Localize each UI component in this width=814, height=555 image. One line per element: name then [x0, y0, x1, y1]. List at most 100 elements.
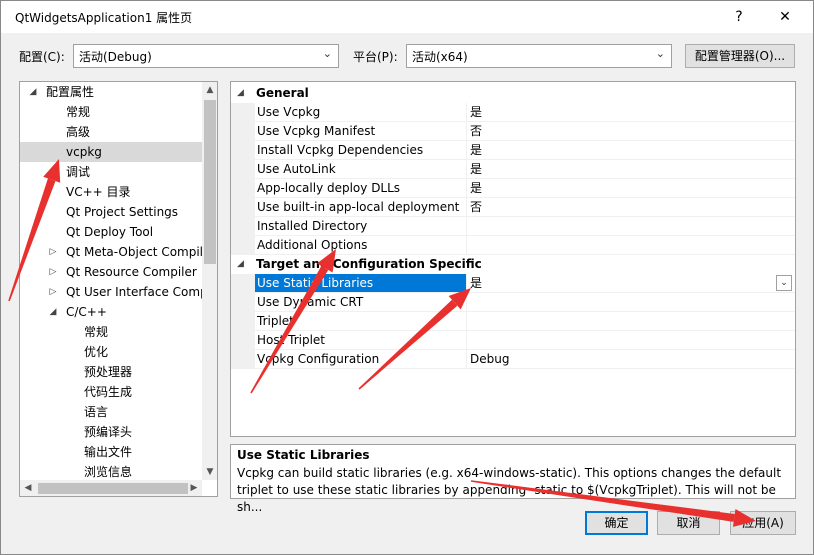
tree-item[interactable]: ▷ Qt Resource Compiler — [20, 262, 202, 282]
tree-item[interactable]: VC++ 目录 — [20, 182, 202, 202]
tree-item[interactable]: Qt Deploy Tool — [20, 222, 202, 242]
tree-item[interactable]: 语言 — [20, 402, 202, 422]
property-value[interactable]: 是 — [467, 141, 795, 160]
scroll-right-icon[interactable]: ▶ — [186, 480, 202, 496]
configuration-value: 活动(Debug) — [79, 50, 152, 64]
expand-icon[interactable]: ▷ — [48, 262, 58, 282]
property-row[interactable]: Use Vcpkg Manifest 否 — [231, 122, 795, 141]
scroll-down-icon[interactable]: ▼ — [202, 464, 217, 480]
property-row[interactable]: Additional Options — [231, 236, 795, 255]
row-gutter — [231, 312, 255, 331]
configuration-select[interactable]: 活动(Debug) ⌄ — [73, 44, 339, 68]
tree-item[interactable]: 浏览信息 — [20, 462, 202, 482]
ok-button[interactable]: 确定 — [585, 511, 648, 535]
tree-item[interactable]: Qt Project Settings — [20, 202, 202, 222]
tree-item[interactable]: 高级 — [20, 122, 202, 142]
property-value[interactable] — [467, 312, 795, 331]
tree-item[interactable]: ◢ C/C++ — [20, 302, 202, 322]
property-name[interactable]: Vcpkg Configuration — [255, 350, 467, 369]
scroll-left-icon[interactable]: ◀ — [20, 480, 36, 496]
collapse-icon[interactable]: ◢ — [28, 82, 38, 102]
property-group-header[interactable]: ◢ General — [231, 84, 795, 103]
tree-item[interactable]: 代码生成 — [20, 382, 202, 402]
tree-item[interactable]: 常规 — [20, 102, 202, 122]
property-value[interactable] — [467, 293, 795, 312]
property-name[interactable]: Install Vcpkg Dependencies — [255, 141, 467, 160]
tree-item[interactable]: 预处理器 — [20, 362, 202, 382]
help-button[interactable]: ? — [719, 5, 759, 29]
tree-item-label: Qt Project Settings — [66, 205, 179, 219]
tree-item[interactable]: ▷ Qt User Interface Comp — [20, 282, 202, 302]
property-group-label: General — [256, 86, 309, 100]
property-tree[interactable]: ◢ 配置属性 常规 高级 vcpkg 调试 VC++ 目录 Qt Project Settin… — [19, 81, 218, 497]
property-value[interactable]: 是 — [467, 274, 795, 293]
property-group-header[interactable]: ◢ Target and Configuration Specific — [231, 255, 795, 274]
cancel-button[interactable]: 取消 — [657, 511, 720, 535]
chevron-down-icon: ⌄ — [655, 47, 665, 60]
tree-item[interactable]: ▷ Qt Meta-Object Compil — [20, 242, 202, 262]
property-name[interactable]: Use AutoLink — [255, 160, 467, 179]
property-row[interactable]: Installed Directory — [231, 217, 795, 236]
property-name[interactable]: Use Static Libraries — [255, 274, 467, 293]
property-row[interactable]: Host Triplet — [231, 331, 795, 350]
property-grid[interactable]: ◢ General Use Vcpkg 是 Use Vcpkg Manifest 否 Ins… — [230, 81, 796, 437]
tree-item[interactable]: 常规 — [20, 322, 202, 342]
property-name[interactable]: Host Triplet — [255, 331, 467, 350]
apply-button[interactable]: 应用(A) — [730, 511, 796, 535]
tree-horizontal-scrollbar[interactable]: ◀ ▶ — [20, 480, 202, 496]
chevron-down-icon[interactable]: ⌄ — [776, 275, 792, 291]
property-value[interactable]: 否 — [467, 198, 795, 217]
tree-item[interactable]: ◢ 配置属性 — [20, 82, 202, 102]
property-name[interactable]: Use Vcpkg — [255, 103, 467, 122]
scroll-thumb[interactable] — [38, 483, 188, 494]
property-value[interactable]: 否 — [467, 122, 795, 141]
property-row[interactable]: Install Vcpkg Dependencies 是 — [231, 141, 795, 160]
tree-item-label: 常规 — [66, 105, 91, 119]
tree-vertical-scrollbar[interactable]: ▲ ▼ — [202, 82, 217, 480]
scroll-thumb[interactable] — [204, 100, 216, 264]
scroll-up-icon[interactable]: ▲ — [202, 82, 217, 98]
property-row[interactable]: Use built-in app-local deployment 否 — [231, 198, 795, 217]
property-row[interactable]: Vcpkg Configuration Debug — [231, 350, 795, 369]
description-title: Use Static Libraries — [237, 448, 370, 462]
property-row[interactable]: Use Static Libraries 是 ⌄ — [231, 274, 795, 293]
property-row[interactable]: Use AutoLink 是 — [231, 160, 795, 179]
property-name[interactable]: Installed Directory — [255, 217, 467, 236]
row-gutter — [231, 293, 255, 312]
expand-icon[interactable]: ▷ — [48, 242, 58, 262]
property-value[interactable] — [467, 236, 795, 255]
property-row[interactable]: Use Dynamic CRT — [231, 293, 795, 312]
property-value[interactable]: 是 — [467, 160, 795, 179]
configuration-label: 配置(C): — [19, 50, 65, 64]
chevron-down-icon: ⌄ — [322, 47, 332, 60]
tree-item-label: 代码生成 — [84, 385, 133, 399]
tree-item[interactable]: 输出文件 — [20, 442, 202, 462]
platform-select[interactable]: 活动(x64) ⌄ — [406, 44, 672, 68]
configuration-manager-button[interactable]: 配置管理器(O)... — [685, 44, 795, 68]
property-name[interactable]: Use Dynamic CRT — [255, 293, 467, 312]
close-button[interactable]: ✕ — [765, 5, 805, 29]
property-value[interactable] — [467, 331, 795, 350]
tree-item[interactable]: 预编译头 — [20, 422, 202, 442]
property-name[interactable]: App-locally deploy DLLs — [255, 179, 467, 198]
tree-item[interactable]: 调试 — [20, 162, 202, 182]
tree-item[interactable]: vcpkg — [20, 142, 202, 162]
collapse-icon[interactable]: ◢ — [237, 84, 244, 103]
collapse-icon[interactable]: ◢ — [48, 302, 58, 322]
property-name[interactable]: Use Vcpkg Manifest — [255, 122, 467, 141]
property-name[interactable]: Additional Options — [255, 236, 467, 255]
tree-item[interactable]: 优化 — [20, 342, 202, 362]
property-row[interactable]: App-locally deploy DLLs 是 — [231, 179, 795, 198]
tree-item-label: 调试 — [66, 165, 91, 179]
tree-item-label: C/C++ — [66, 305, 107, 319]
expand-icon[interactable]: ▷ — [48, 282, 58, 302]
property-name[interactable]: Use built-in app-local deployment — [255, 198, 467, 217]
property-value[interactable]: 是 — [467, 179, 795, 198]
property-name[interactable]: Triplet — [255, 312, 467, 331]
property-row[interactable]: Use Vcpkg 是 — [231, 103, 795, 122]
property-row[interactable]: Triplet — [231, 312, 795, 331]
property-value[interactable]: Debug — [467, 350, 795, 369]
property-value[interactable]: 是 — [467, 103, 795, 122]
collapse-icon[interactable]: ◢ — [237, 255, 244, 274]
property-value[interactable] — [467, 217, 795, 236]
